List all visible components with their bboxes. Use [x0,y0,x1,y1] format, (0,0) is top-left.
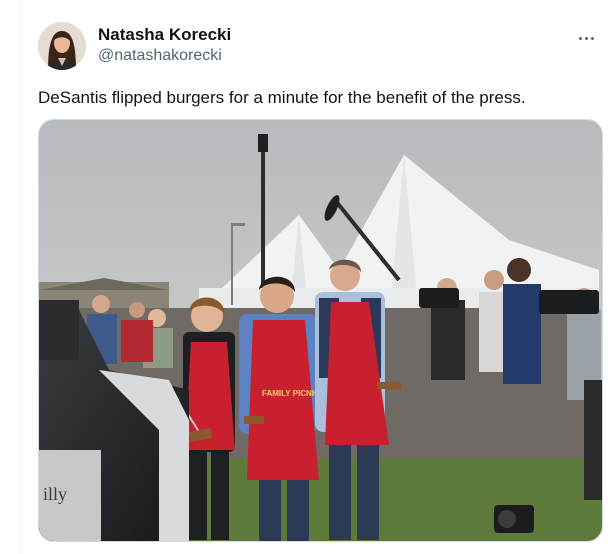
tweet-photo[interactable]: FAMILY PICNIC illy [38,119,603,542]
author-handle[interactable]: @natashakorecki [98,46,231,66]
tweet-header: Natasha Korecki @natashakorecki [38,22,598,72]
grill-lettering: illy [43,484,67,504]
author-info: Natasha Korecki @natashakorecki [98,25,231,66]
photo-illustration: FAMILY PICNIC illy [39,120,602,541]
apron-text: FAMILY PICNIC [262,389,320,398]
avatar[interactable] [38,22,86,70]
more-options-icon[interactable] [574,28,598,48]
author-display-name[interactable]: Natasha Korecki [98,25,231,45]
tweet-text: DeSantis flipped burgers for a minute fo… [38,88,526,107]
timeline-divider [20,0,21,554]
